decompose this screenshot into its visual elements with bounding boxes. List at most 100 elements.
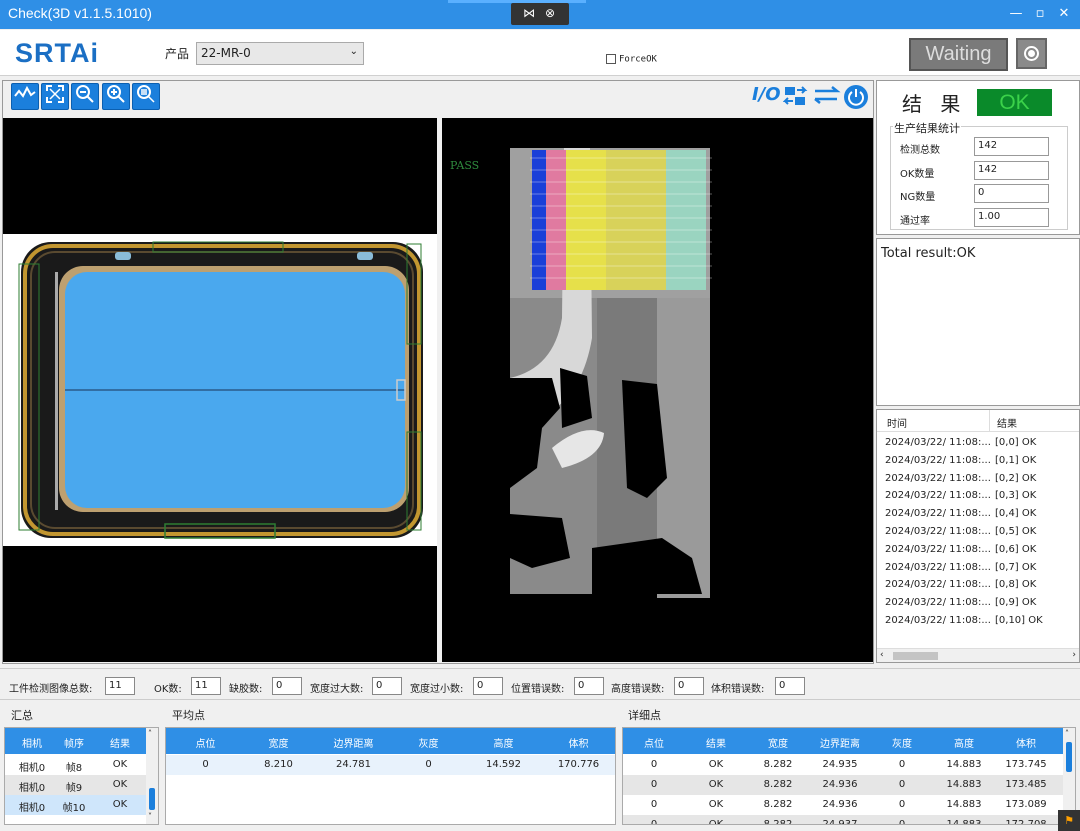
- io-icon[interactable]: I/O: [752, 84, 781, 105]
- log-row-result[interactable]: [0,9] OK: [995, 597, 1036, 608]
- log-row-time[interactable]: 2024/03/22/ 11:08:...: [885, 544, 991, 555]
- log-row-result[interactable]: [0,5] OK: [995, 526, 1036, 537]
- detail-col-header[interactable]: 高度: [933, 735, 995, 750]
- stat-value-total[interactable]: 142: [974, 137, 1049, 156]
- count-value[interactable]: 0: [674, 677, 704, 695]
- count-value[interactable]: 11: [105, 677, 135, 695]
- detail-table[interactable]: 点位 结果 宽度 边界距离 灰度 高度 体积 0 OK 8.282 24.935 0 14.883 17…: [622, 727, 1076, 825]
- average-col-header[interactable]: 边界距离: [316, 735, 391, 750]
- detail-col-header[interactable]: 边界距离: [809, 735, 871, 750]
- zoom-in-icon[interactable]: [102, 83, 130, 110]
- log-col-result[interactable]: 结果: [997, 415, 1017, 430]
- log-row-time[interactable]: 2024/03/22/ 11:08:...: [885, 455, 991, 466]
- average-col-header[interactable]: 体积: [541, 735, 615, 750]
- camera-switch-icon[interactable]: [782, 84, 809, 113]
- count-value[interactable]: 0: [775, 677, 805, 695]
- log-col-time[interactable]: 时间: [887, 415, 907, 430]
- average-col-header[interactable]: 点位: [168, 735, 243, 750]
- disconnect-icon[interactable]: ⊗: [545, 6, 555, 20]
- detail-col-header[interactable]: 灰度: [871, 735, 933, 750]
- count-value[interactable]: 0: [372, 677, 402, 695]
- log-row-result[interactable]: [0,4] OK: [995, 508, 1036, 519]
- swap-arrows-icon[interactable]: [813, 84, 841, 111]
- count-value[interactable]: 0: [272, 677, 302, 695]
- tray-icon[interactable]: ⚑: [1058, 810, 1080, 831]
- average-col-header[interactable]: 高度: [466, 735, 541, 750]
- log-row-time[interactable]: 2024/03/22/ 11:08:...: [885, 562, 991, 573]
- log-row-result[interactable]: [0,3] OK: [995, 490, 1036, 501]
- log-row-time[interactable]: 2024/03/22/ 11:08:...: [885, 437, 991, 448]
- pass-label: PASS: [450, 159, 480, 172]
- zoom-out-icon[interactable]: [71, 83, 99, 110]
- restore-icon[interactable]: ▫: [1032, 6, 1048, 21]
- result-log-list[interactable]: 时间 结果 2024/03/22/ 11:08:... [0,0] OK 2024/…: [876, 409, 1080, 663]
- count-value[interactable]: 0: [574, 677, 604, 695]
- table-cell: 0: [650, 819, 658, 825]
- log-row-result[interactable]: [0,8] OK: [995, 579, 1036, 590]
- detail-table-header: 点位 结果 宽度 边界距离 灰度 高度 体积: [623, 728, 1075, 754]
- camera-view-2d[interactable]: [3, 118, 437, 662]
- average-col-header[interactable]: 宽度: [241, 735, 316, 750]
- scroll-left-icon[interactable]: ‹: [880, 650, 884, 660]
- average-table[interactable]: 点位 宽度 边界距离 灰度 高度 体积 0 8.210 24.781 0 14.592 170.77…: [165, 727, 616, 825]
- summary-col-header[interactable]: 结果: [97, 735, 143, 750]
- log-row-time[interactable]: 2024/03/22/ 11:08:...: [885, 579, 991, 590]
- log-row-time[interactable]: 2024/03/22/ 11:08:...: [885, 597, 991, 608]
- log-row-result[interactable]: [0,1] OK: [995, 455, 1036, 466]
- summary-col-header[interactable]: 帧序: [51, 735, 97, 750]
- stat-value-ok[interactable]: 142: [974, 161, 1049, 180]
- curve-icon[interactable]: [11, 83, 39, 110]
- count-label: 宽度过大数:: [310, 684, 364, 695]
- remote-control-pill[interactable]: ⋈ ⊗: [511, 3, 569, 25]
- log-row-result[interactable]: [0,0] OK: [995, 437, 1036, 448]
- count-value[interactable]: 0: [473, 677, 503, 695]
- stats-title: 生产结果统计: [893, 120, 961, 136]
- log-row-time[interactable]: 2024/03/22/ 11:08:...: [885, 526, 991, 537]
- zoom-fit-icon[interactable]: [132, 83, 160, 110]
- log-row-result[interactable]: [0,10] OK: [995, 615, 1043, 626]
- log-row-result[interactable]: [0,6] OK: [995, 544, 1036, 555]
- fit-view-icon[interactable]: [41, 83, 69, 110]
- vertical-scrollbar[interactable]: ˄ ˅: [146, 728, 158, 824]
- power-icon[interactable]: [843, 84, 869, 115]
- detail-col-header[interactable]: 体积: [995, 735, 1057, 750]
- table-cell: 14.883: [946, 779, 982, 790]
- scroll-thumb[interactable]: [1066, 742, 1072, 772]
- forceok-checkbox[interactable]: ForceOK: [606, 54, 657, 65]
- count-label: 宽度过小数:: [410, 684, 464, 695]
- log-row-time[interactable]: 2024/03/22/ 11:08:...: [885, 508, 991, 519]
- close-icon[interactable]: ✕: [1056, 6, 1072, 21]
- scroll-up-icon[interactable]: ˄: [148, 729, 152, 738]
- camera-view-3d[interactable]: [442, 118, 873, 662]
- log-row-time[interactable]: 2024/03/22/ 11:08:...: [885, 615, 991, 626]
- table-cell: OK: [112, 759, 128, 770]
- log-row-result[interactable]: [0,7] OK: [995, 562, 1036, 573]
- detail-title: 详细点: [628, 709, 661, 722]
- summary-table[interactable]: 相机 帧序 结果 相机0 帧8 OK 相机0 帧9 OK 相机0 帧10 OK ˄ ˅: [4, 727, 159, 825]
- scroll-up-icon[interactable]: ˄: [1065, 729, 1069, 738]
- scroll-thumb[interactable]: [149, 788, 155, 810]
- stat-value-ng[interactable]: 0: [974, 184, 1049, 203]
- total-result-text: Total result:OK: [881, 246, 976, 261]
- detail-col-header[interactable]: 宽度: [747, 735, 809, 750]
- scroll-thumb[interactable]: [893, 652, 938, 660]
- log-row-time[interactable]: 2024/03/22/ 11:08:...: [885, 473, 991, 484]
- scroll-right-icon[interactable]: ›: [1072, 650, 1076, 660]
- product-select[interactable]: 22-MR-0 ⌄: [196, 42, 364, 65]
- minimize-icon[interactable]: —: [1008, 6, 1024, 21]
- horizontal-scrollbar[interactable]: ‹ ›: [877, 648, 1079, 662]
- detail-col-header[interactable]: 点位: [623, 735, 685, 750]
- log-row-result[interactable]: [0,2] OK: [995, 473, 1036, 484]
- summary-col-header[interactable]: 相机: [9, 735, 55, 750]
- scroll-down-icon[interactable]: ˅: [148, 812, 152, 821]
- checkbox-box[interactable]: [606, 54, 616, 64]
- status-button[interactable]: Waiting: [909, 38, 1008, 71]
- record-button[interactable]: [1016, 38, 1047, 69]
- table-cell: 173.485: [1005, 779, 1047, 790]
- detail-col-header[interactable]: 结果: [685, 735, 747, 750]
- stat-value-pass-rate[interactable]: 1.00: [974, 208, 1049, 227]
- log-row-time[interactable]: 2024/03/22/ 11:08:...: [885, 490, 991, 501]
- average-col-header[interactable]: 灰度: [391, 735, 466, 750]
- pin-icon[interactable]: ⋈: [523, 6, 535, 20]
- count-value[interactable]: 11: [191, 677, 221, 695]
